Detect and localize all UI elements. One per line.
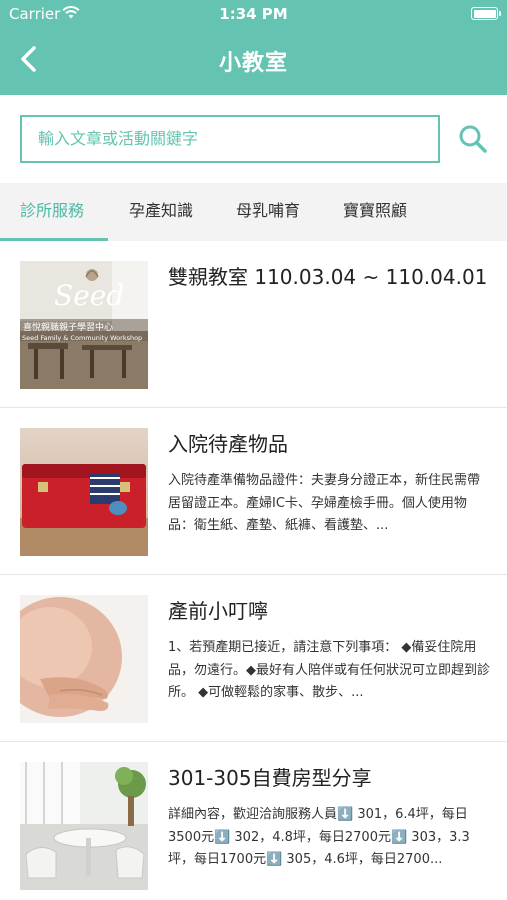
article-thumbnail: Seed 喜悅親職親子學習中心 Seed Family & Community … <box>20 261 148 389</box>
page-title: 小教室 <box>218 51 288 76</box>
article-thumbnail <box>20 428 148 556</box>
article-thumbnail <box>20 762 148 890</box>
article-title: 入院待產物品 <box>168 432 288 456</box>
list-item[interactable]: Seed 喜悅親職親子學習中心 Seed Family & Community … <box>0 241 507 408</box>
battery-icon <box>471 7 501 20</box>
category-tabs: 診所服務 孕產知識 母乳哺育 寶寶照顧 <box>0 183 507 241</box>
app-header: Carrier 1:34 PM 小教室 <box>0 0 507 95</box>
article-description: 詳細內容，歡迎洽詢服務人員⬇️ 301，6.4坪，每日3500元⬇️ 302，4… <box>168 807 470 867</box>
article-title: 雙親教室 110.03.04 ~ 110.04.01 <box>168 265 488 289</box>
article-title: 產前小叮嚀 <box>168 599 268 623</box>
article-description: 1、若預產期已接近，請注意下列事項： ◆備妥住院用品，勿遠行。◆最好有人陪伴或有… <box>168 640 490 700</box>
search-input[interactable]: 輸入文章或活動關鍵字 <box>20 115 440 163</box>
seed-logo-text: Seed <box>54 279 125 312</box>
seed-caption-text: Seed Family & Community Workshop <box>22 334 143 342</box>
tab-breastfeeding[interactable]: 母乳哺育 <box>236 183 300 241</box>
search-placeholder: 輸入文章或活動關鍵字 <box>38 129 199 148</box>
article-description: 入院待產準備物品證件：夫妻身分證正本，新住民需帶居留證正本。產婦IC卡、孕婦產檢… <box>168 473 481 533</box>
tab-pregnancy-knowledge[interactable]: 孕產知識 <box>129 183 193 241</box>
status-bar: Carrier 1:34 PM <box>0 0 507 28</box>
article-thumbnail <box>20 595 148 723</box>
tab-clinic-services[interactable]: 診所服務 <box>20 183 84 241</box>
seed-subtitle-text: 喜悅親職親子學習中心 <box>23 323 114 333</box>
status-time: 1:34 PM <box>219 5 288 23</box>
tab-baby-care[interactable]: 寶寶照顧 <box>343 183 407 241</box>
article-title: 301-305自費房型分享 <box>168 766 372 790</box>
list-item[interactable]: 入院待產物品 入院待產準備物品證件：夫妻身分證正本，新住民需帶居留證正本。產婦I… <box>0 408 507 575</box>
search-bar: 輸入文章或活動關鍵字 <box>0 95 507 183</box>
search-icon[interactable] <box>456 123 490 155</box>
list-item[interactable]: 產前小叮嚀 1、若預產期已接近，請注意下列事項： ◆備妥住院用品，勿遠行。◆最好… <box>0 575 507 742</box>
list-item[interactable]: 301-305自費房型分享 詳細內容，歡迎洽詢服務人員⬇️ 301，6.4坪，每… <box>0 742 507 900</box>
